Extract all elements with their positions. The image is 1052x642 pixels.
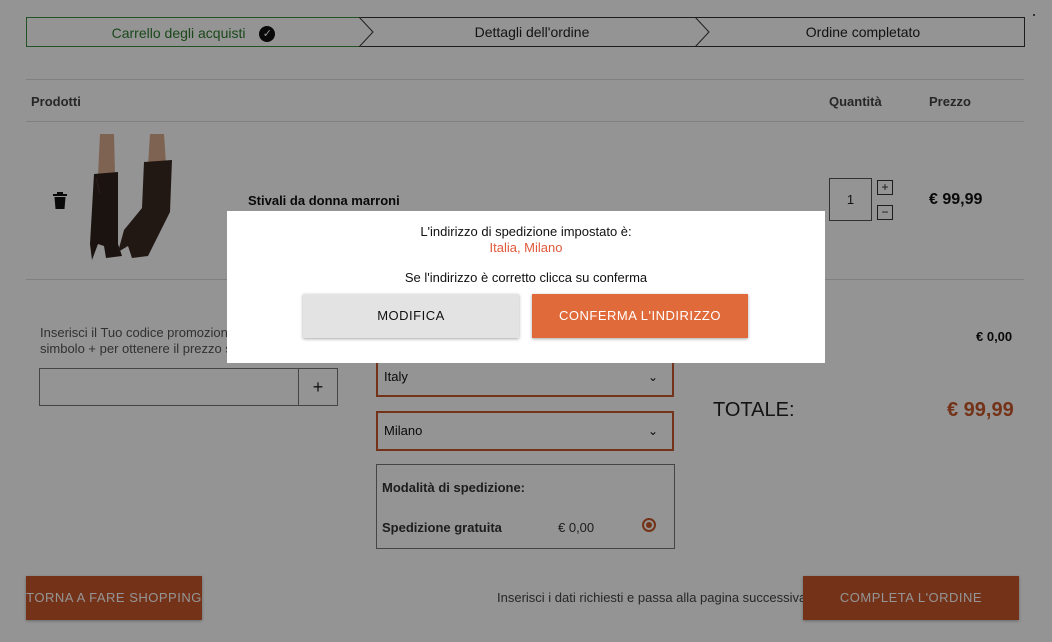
dialog-address: Italia, Milano <box>489 240 563 255</box>
decorative-dot <box>1033 14 1035 16</box>
dialog-note: Se l'indirizzo è corretto clicca su conf… <box>404 270 648 285</box>
confirm-address-button[interactable]: CONFERMA L'INDIRIZZO <box>532 294 748 338</box>
address-confirm-dialog: L'indirizzo di spedizione impostato è: I… <box>227 211 825 363</box>
edit-address-button[interactable]: MODIFICA <box>303 294 519 338</box>
dialog-title: L'indirizzo di spedizione impostato è: <box>420 224 632 239</box>
